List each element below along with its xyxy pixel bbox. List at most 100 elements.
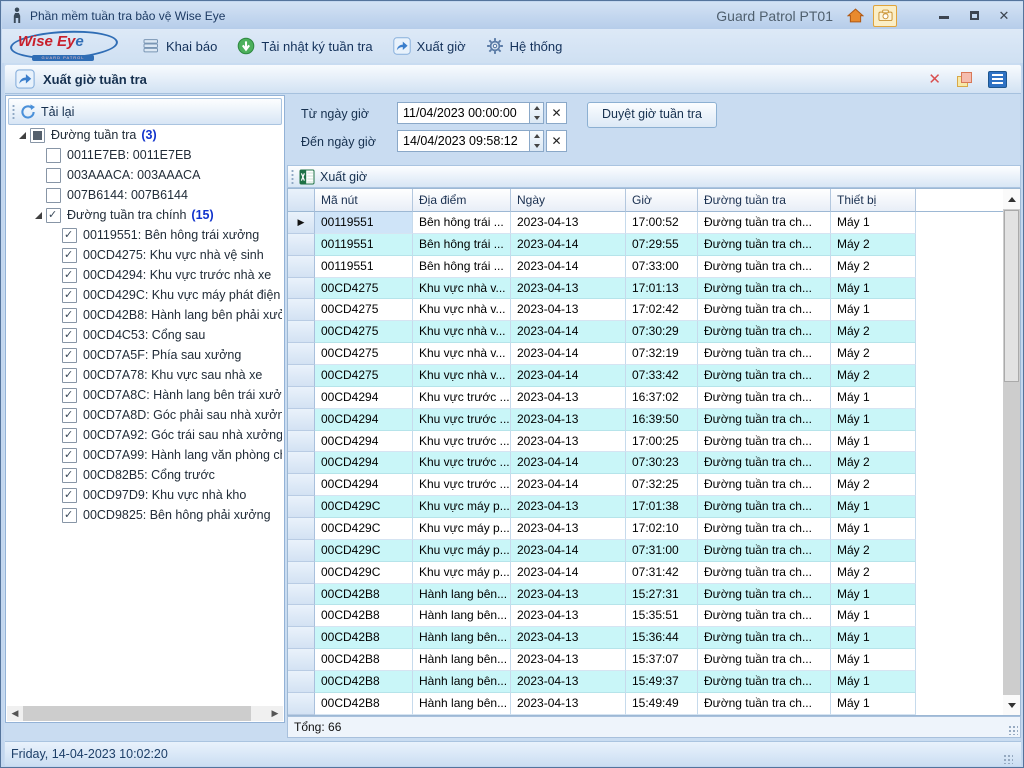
cell[interactable]: Đường tuần tra ch... [698, 518, 831, 540]
table-row[interactable]: 00CD429CKhu vực máy p...2023-04-1407:31:… [288, 540, 1020, 562]
cell[interactable]: 07:30:29 [626, 321, 698, 343]
cell[interactable]: 00CD4294 [315, 409, 413, 431]
tree-checkbox[interactable] [62, 388, 77, 403]
cell[interactable]: Máy 2 [831, 256, 916, 278]
row-selector[interactable] [288, 409, 315, 431]
cell[interactable]: 2023-04-13 [511, 649, 626, 671]
scroll-down-icon[interactable] [1003, 695, 1020, 715]
cell[interactable]: 00CD4275 [315, 278, 413, 300]
reload-button[interactable]: Tải lại [8, 98, 282, 125]
cell[interactable]: Hành lang bên... [413, 627, 511, 649]
cell[interactable]: Đường tuần tra ch... [698, 627, 831, 649]
tree-node[interactable]: 00CD7A5F: Phía sau xưởng [6, 345, 282, 365]
cell[interactable]: 17:02:42 [626, 299, 698, 321]
cell[interactable]: Máy 1 [831, 431, 916, 453]
cell[interactable]: 2023-04-14 [511, 343, 626, 365]
cell[interactable]: Máy 2 [831, 321, 916, 343]
tree-horizontal-scrollbar[interactable]: ◀ ▶ [7, 706, 283, 721]
cell[interactable]: Máy 1 [831, 671, 916, 693]
cell[interactable]: Đường tuần tra ch... [698, 540, 831, 562]
from-date-spinner[interactable] [530, 102, 544, 124]
cell[interactable]: Khu vực trước ... [413, 431, 511, 453]
cell[interactable]: 00119551 [315, 234, 413, 256]
cell[interactable]: 00CD4294 [315, 474, 413, 496]
cell[interactable]: 2023-04-14 [511, 321, 626, 343]
row-selector[interactable] [288, 299, 315, 321]
cell[interactable]: 00CD429C [315, 518, 413, 540]
cell[interactable]: Đường tuần tra ch... [698, 409, 831, 431]
table-row[interactable]: 00CD429CKhu vực máy p...2023-04-1317:02:… [288, 518, 1020, 540]
cell[interactable]: 07:32:25 [626, 474, 698, 496]
cell[interactable]: 00CD4275 [315, 343, 413, 365]
cell[interactable]: Khu vực nhà v... [413, 299, 511, 321]
cell[interactable]: 2023-04-13 [511, 431, 626, 453]
row-selector[interactable] [288, 627, 315, 649]
row-selector[interactable] [288, 584, 315, 606]
cell[interactable]: Đường tuần tra ch... [698, 584, 831, 606]
column-header[interactable]: Địa điểm [413, 189, 511, 212]
table-row[interactable]: 00119551Bên hông trái ...2023-04-1407:33… [288, 256, 1020, 278]
cell[interactable]: 15:49:49 [626, 693, 698, 715]
cell[interactable]: Đường tuần tra ch... [698, 431, 831, 453]
cell[interactable]: Khu vực máy p... [413, 562, 511, 584]
table-row[interactable]: 00CD42B8Hành lang bên...2023-04-1315:49:… [288, 671, 1020, 693]
cell[interactable]: 17:00:25 [626, 431, 698, 453]
tree-node[interactable]: 00CD7A8C: Hành lang bên trái xưởng [6, 385, 282, 405]
row-selector[interactable] [288, 278, 315, 300]
cell[interactable]: 00CD42B8 [315, 693, 413, 715]
cell[interactable]: Máy 1 [831, 693, 916, 715]
tree-checkbox[interactable] [62, 288, 77, 303]
table-row[interactable]: 00CD4294Khu vực trước ...2023-04-1407:30… [288, 452, 1020, 474]
cell[interactable]: Máy 1 [831, 627, 916, 649]
cell[interactable]: Đường tuần tra ch... [698, 671, 831, 693]
to-date-field[interactable]: 14/04/2023 09:58:12 ✕ [397, 130, 567, 152]
spin-up-icon[interactable] [530, 131, 543, 141]
cell[interactable]: Đường tuần tra ch... [698, 365, 831, 387]
cell[interactable]: 00CD4275 [315, 321, 413, 343]
row-selector[interactable]: ▶ [288, 212, 315, 234]
cell[interactable]: 15:35:51 [626, 605, 698, 627]
cell[interactable]: 2023-04-14 [511, 452, 626, 474]
tree-checkbox[interactable] [62, 428, 77, 443]
cell[interactable]: Máy 1 [831, 649, 916, 671]
tree-checkbox[interactable] [62, 268, 77, 283]
grid-vertical-scrollbar[interactable] [1003, 189, 1020, 715]
tree-checkbox[interactable] [62, 368, 77, 383]
view-close-icon[interactable]: ✕ [928, 70, 941, 88]
cell[interactable]: 07:31:42 [626, 562, 698, 584]
cell[interactable]: 17:02:10 [626, 518, 698, 540]
tree-node[interactable]: 00CD4294: Khu vực trước nhà xe [6, 265, 282, 285]
row-selector[interactable] [288, 496, 315, 518]
cell[interactable]: Khu vực trước ... [413, 387, 511, 409]
tree-checkbox[interactable] [62, 348, 77, 363]
view-restore-icon[interactable] [957, 72, 972, 87]
cell[interactable]: Bên hông trái ... [413, 234, 511, 256]
table-row[interactable]: 00CD4275Khu vực nhà v...2023-04-1407:32:… [288, 343, 1020, 365]
cell[interactable]: Đường tuần tra ch... [698, 496, 831, 518]
cell[interactable]: 2023-04-14 [511, 234, 626, 256]
cell[interactable]: 17:00:52 [626, 212, 698, 234]
row-selector[interactable] [288, 431, 315, 453]
tree-checkbox[interactable] [46, 208, 61, 223]
cell[interactable]: 15:27:31 [626, 584, 698, 606]
cell[interactable]: 2023-04-13 [511, 299, 626, 321]
tree-node[interactable]: 00CD97D9: Khu vực nhà kho [6, 485, 282, 505]
cell[interactable]: 00CD42B8 [315, 627, 413, 649]
cell[interactable]: Máy 1 [831, 299, 916, 321]
cell[interactable]: 2023-04-14 [511, 365, 626, 387]
cell[interactable]: Máy 1 [831, 278, 916, 300]
cell[interactable]: 2023-04-14 [511, 562, 626, 584]
table-row[interactable]: 00CD4294Khu vực trước ...2023-04-1407:32… [288, 474, 1020, 496]
cell[interactable]: Máy 1 [831, 518, 916, 540]
table-row[interactable]: 00CD4275Khu vực nhà v...2023-04-1407:30:… [288, 321, 1020, 343]
titlebar[interactable]: Phần mềm tuần tra bảo vệ Wise Eye Guard … [2, 2, 1023, 29]
table-row[interactable]: 00CD4294Khu vực trước ...2023-04-1316:39… [288, 409, 1020, 431]
cell[interactable]: 2023-04-13 [511, 496, 626, 518]
tree-checkbox[interactable] [62, 408, 77, 423]
row-selector[interactable] [288, 562, 315, 584]
row-selector[interactable] [288, 387, 315, 409]
cell[interactable]: Máy 2 [831, 343, 916, 365]
cell[interactable]: 07:32:19 [626, 343, 698, 365]
cell[interactable]: Máy 1 [831, 212, 916, 234]
table-row[interactable]: 00CD42B8Hành lang bên...2023-04-1315:49:… [288, 693, 1020, 715]
